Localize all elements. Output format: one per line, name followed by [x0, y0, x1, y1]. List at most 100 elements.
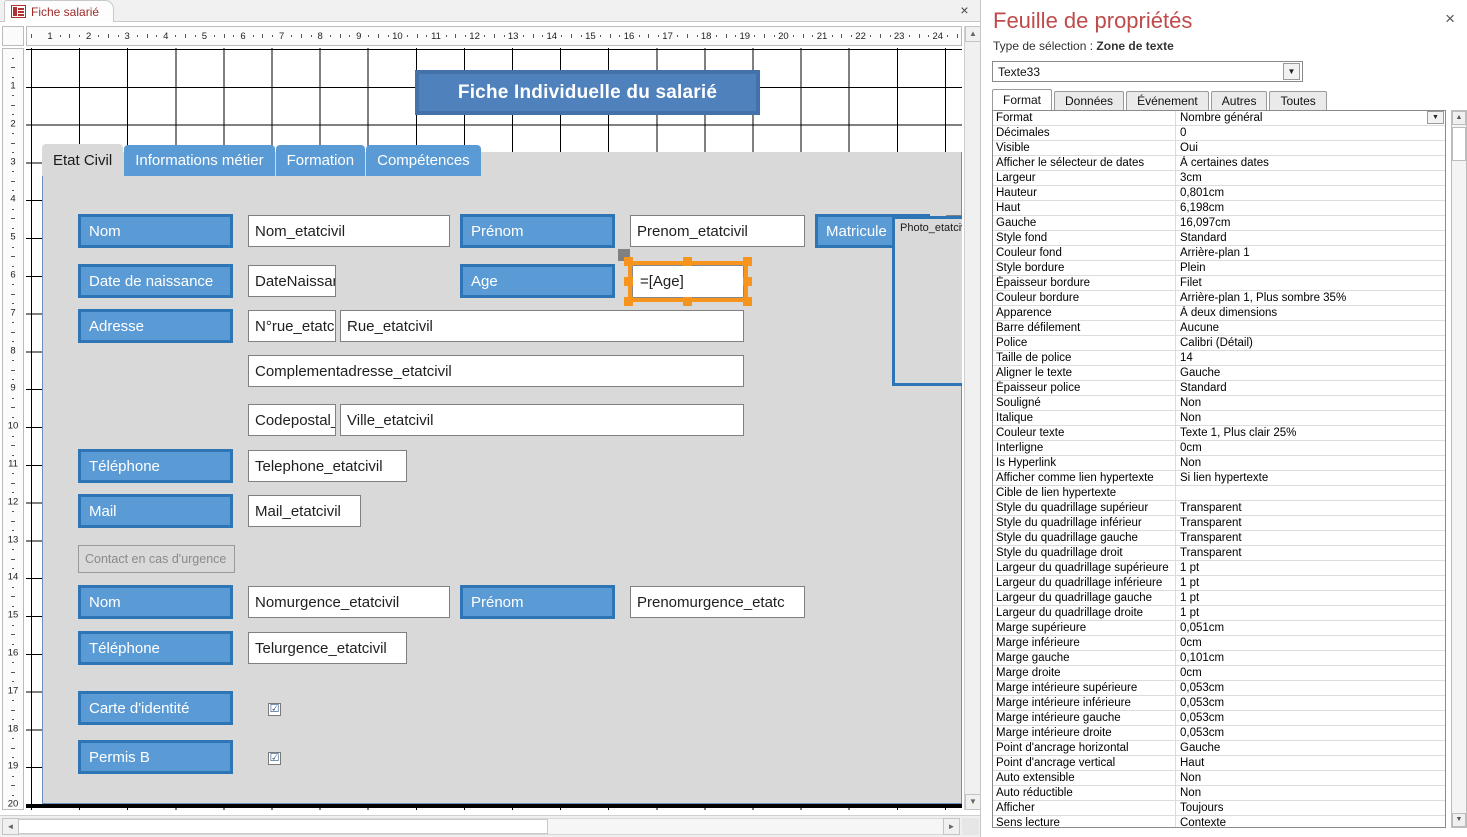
tab-autres[interactable]: Autres [1210, 91, 1268, 110]
property-row[interactable]: Gauche 16,097cm [993, 216, 1445, 231]
property-row[interactable]: Marge intérieure supérieure 0,053cm [993, 681, 1445, 696]
field-nomurgence-etatcivil[interactable]: Nomurgence_etatcivil [248, 586, 450, 618]
property-value[interactable]: Si lien hypertexte [1176, 471, 1445, 485]
field-complementadresse-etatcivil[interactable]: Complementadresse_etatcivil [248, 355, 744, 387]
document-tab-fiche-salarie[interactable]: Fiche salarié [4, 0, 115, 22]
designer-horizontal-scrollbar[interactable]: ◄ ► [0, 815, 980, 837]
property-row[interactable]: Afficher comme lien hypertexte Si lien hy… [993, 471, 1445, 486]
field-mail-etatcivil[interactable]: Mail_etatcivil [248, 495, 361, 527]
property-row[interactable]: Marge intérieure gauche 0,053cm [993, 711, 1445, 726]
resize-handle-se[interactable] [743, 297, 752, 306]
property-value[interactable]: Non [1176, 396, 1445, 410]
property-row[interactable]: Marge droite 0cm [993, 666, 1445, 681]
property-row[interactable]: Aligner le texte Gauche [993, 366, 1445, 381]
checkbox-permis-b[interactable]: ☑ [268, 752, 281, 765]
property-value[interactable]: 0cm [1176, 441, 1445, 455]
property-value[interactable]: Aucune [1176, 321, 1445, 335]
label-date-de-naissance[interactable]: Date de naissance [78, 264, 233, 298]
property-row[interactable]: Couleur texte Texte 1, Plus clair 25% [993, 426, 1445, 441]
property-value[interactable]: Transparent [1176, 531, 1445, 545]
designer-vertical-scrollbar[interactable]: ▲ ▼ [964, 26, 981, 810]
scroll-up-icon[interactable]: ▲ [965, 26, 981, 42]
property-row[interactable]: Afficher le sélecteur de dates À certaine… [993, 156, 1445, 171]
tab-donnees[interactable]: Données [1054, 91, 1125, 110]
property-value[interactable]: Plein [1176, 261, 1445, 275]
property-row[interactable]: Style du quadrillage droit Transparent [993, 546, 1445, 561]
field-nom-etatcivil[interactable]: Nom_etatcivil [248, 215, 450, 247]
resize-handle-s[interactable] [683, 297, 692, 306]
property-value[interactable]: Filet [1176, 276, 1445, 290]
property-value[interactable]: 0,051cm [1176, 621, 1445, 635]
property-value[interactable]: 0,053cm [1176, 726, 1445, 740]
field-numrue-etatcivil[interactable]: N°rue_etatcivi [248, 310, 336, 342]
field-prenom-etatcivil[interactable]: Prenom_etatcivil [630, 215, 805, 247]
form-title-banner[interactable]: Fiche Individuelle du salarié [415, 70, 760, 115]
selected-object-combobox[interactable]: Texte33 ▼ [992, 61, 1303, 82]
field-rue-etatcivil[interactable]: Rue_etatcivil [340, 310, 744, 342]
property-value[interactable]: 0,053cm [1176, 711, 1445, 725]
field-ville-etatcivil[interactable]: Ville_etatcivil [340, 404, 744, 436]
property-value[interactable]: Gauche [1176, 366, 1445, 380]
property-row[interactable]: Couleur fond Arrière-plan 1 [993, 246, 1445, 261]
property-value[interactable]: 0,053cm [1176, 681, 1445, 695]
property-value[interactable]: 1 pt [1176, 561, 1445, 575]
property-sheet-scrollbar[interactable]: ▲ ▼ [1451, 110, 1467, 828]
property-row[interactable]: Cible de lien hypertexte [993, 486, 1445, 501]
property-value[interactable]: Non [1176, 456, 1445, 470]
property-value[interactable]: Standard [1176, 381, 1445, 395]
property-row[interactable]: Sens lecture Contexte [993, 816, 1445, 827]
property-value[interactable]: 3cm [1176, 171, 1445, 185]
horizontal-ruler[interactable]: 1 2 3 4 5 6 7 8 9 10 11 12 13 14 15 16 17 18 19 20 21 22 23 24 [26, 26, 962, 46]
property-value[interactable]: Texte 1, Plus clair 25% [1176, 426, 1445, 440]
property-value[interactable]: Transparent [1176, 501, 1445, 515]
label-nom[interactable]: Nom [78, 214, 233, 248]
property-row[interactable]: Style du quadrillage supérieur Transparen… [993, 501, 1445, 516]
property-row[interactable]: Couleur bordure Arrière-plan 1, Plus somb… [993, 291, 1445, 306]
property-value[interactable]: 0,053cm [1176, 696, 1445, 710]
field-codepostal-etatcivil[interactable]: Codepostal_e [248, 404, 336, 436]
chevron-down-icon[interactable]: ▼ [1427, 111, 1444, 124]
chevron-down-icon[interactable]: ▼ [1283, 63, 1300, 80]
property-row[interactable]: Largeur du quadrillage supérieure 1 pt [993, 561, 1445, 576]
property-row[interactable]: Épaisseur bordure Filet [993, 276, 1445, 291]
resize-handle-ne[interactable] [743, 257, 752, 266]
property-row[interactable]: Is Hyperlink Non [993, 456, 1445, 471]
property-value[interactable]: À deux dimensions [1176, 306, 1445, 320]
property-row[interactable]: Marge intérieure droite 0,053cm [993, 726, 1445, 741]
property-row[interactable]: Auto réductible Non [993, 786, 1445, 801]
property-value[interactable]: 0 [1176, 126, 1445, 140]
property-row[interactable]: Afficher Toujours [993, 801, 1445, 816]
scroll-left-icon[interactable]: ◄ [2, 818, 19, 835]
scrollbar-thumb[interactable] [13, 819, 548, 834]
close-icon[interactable]: × [957, 3, 972, 18]
resize-handle-n[interactable] [683, 257, 692, 266]
property-value[interactable]: Oui [1176, 141, 1445, 155]
property-value[interactable]: Arrière-plan 1, Plus sombre 35% [1176, 291, 1445, 305]
property-value[interactable]: Non [1176, 786, 1445, 800]
vertical-ruler[interactable]: 123456789101112131415161718192021 [2, 48, 24, 810]
property-value[interactable]: Calibri (Détail) [1176, 336, 1445, 350]
property-value[interactable]: Non [1176, 411, 1445, 425]
property-row[interactable]: Souligné Non [993, 396, 1445, 411]
property-row[interactable]: Marge gauche 0,101cm [993, 651, 1445, 666]
property-row[interactable]: Largeur du quadrillage droite 1 pt [993, 606, 1445, 621]
tab-informations-metier[interactable]: Informations métier [124, 145, 275, 176]
field-photo-etatcivil[interactable]: Photo_etatcivil [892, 216, 962, 386]
property-value[interactable]: Toujours [1176, 801, 1445, 815]
resize-handle-sw[interactable] [624, 297, 633, 306]
property-row[interactable]: Style fond Standard [993, 231, 1445, 246]
property-row[interactable]: Marge intérieure inférieure 0,053cm [993, 696, 1445, 711]
field-telephone-etatcivil[interactable]: Telephone_etatcivil [248, 450, 407, 482]
close-icon[interactable]: × [1445, 10, 1455, 27]
property-value[interactable] [1176, 486, 1445, 500]
label-age[interactable]: Age [460, 264, 615, 298]
scrollbar-track[interactable] [2, 818, 960, 835]
property-row[interactable]: Point d'ancrage horizontal Gauche [993, 741, 1445, 756]
property-value[interactable]: Standard [1176, 231, 1445, 245]
scroll-down-icon[interactable]: ▼ [965, 794, 981, 810]
label-carte-identite[interactable]: Carte d'identité [78, 691, 233, 725]
label-telephone-urgence[interactable]: Téléphone [78, 631, 233, 665]
property-row[interactable]: Taille de police 14 [993, 351, 1445, 366]
property-value[interactable]: 6,198cm [1176, 201, 1445, 215]
scroll-down-icon[interactable]: ▼ [1452, 813, 1466, 827]
